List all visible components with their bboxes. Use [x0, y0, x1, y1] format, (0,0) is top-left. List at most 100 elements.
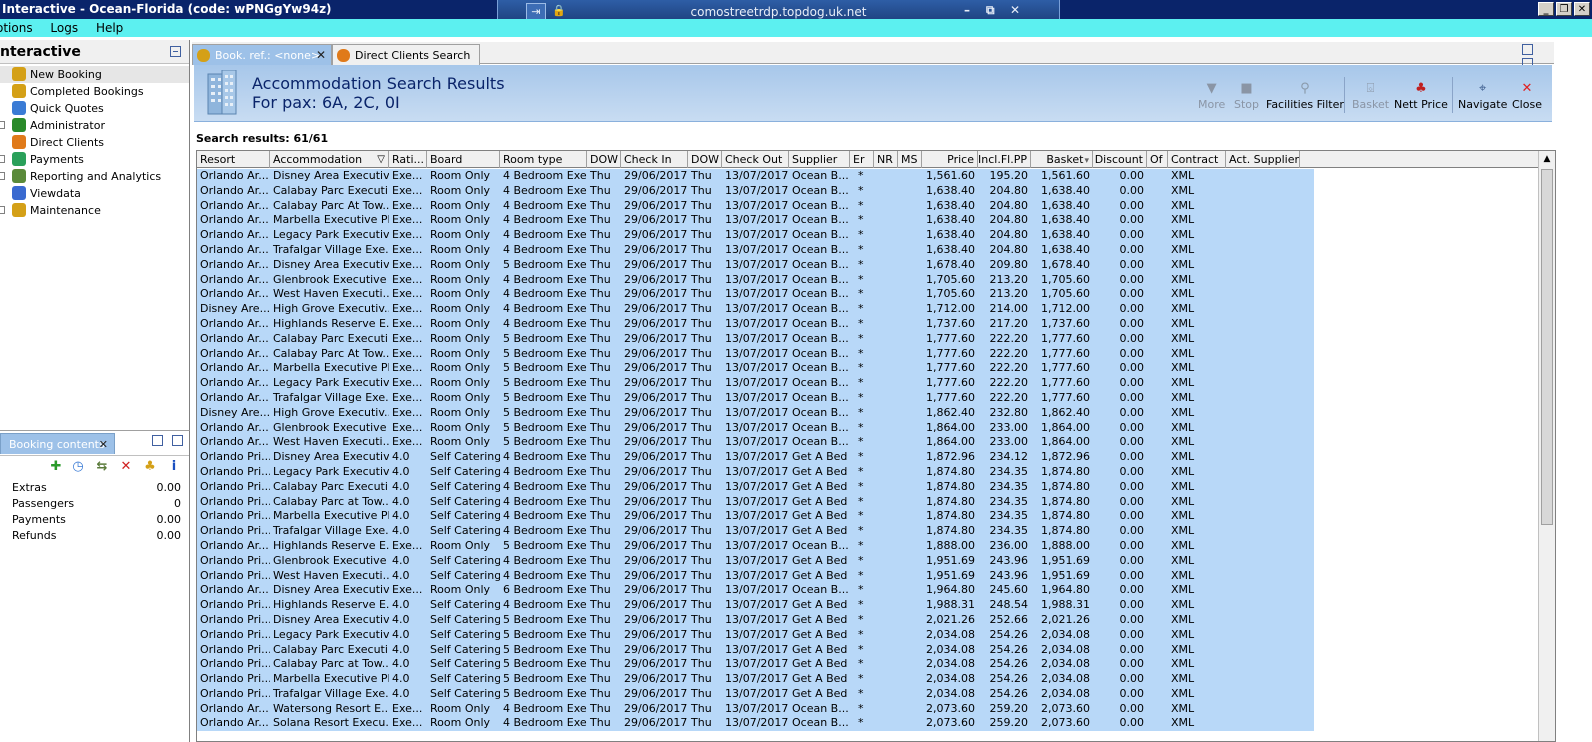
sidebar-item-new-booking[interactable]: New Booking	[0, 66, 189, 83]
table-row[interactable]: Orlando Ar... Disney Area Executiv... Exe.…	[197, 583, 1541, 599]
booking-row-refunds[interactable]: Refunds 0.00	[0, 528, 189, 544]
rdp-minimize-icon[interactable]: –	[964, 3, 970, 17]
table-row[interactable]: Orlando Pri... Disney Area Executiv... 4.0…	[197, 612, 1541, 628]
table-row[interactable]: Orlando Ar... Trafalgar Village Exe... Exe…	[197, 242, 1541, 258]
expand-toggle-icon[interactable]	[0, 172, 5, 180]
column-header-contract[interactable]: Contract	[1168, 151, 1226, 168]
expand-toggle-icon[interactable]	[0, 121, 5, 129]
column-header-incl-fl-pp[interactable]: Incl.Fl.PP	[978, 151, 1031, 168]
table-row[interactable]: Orlando Ar... Solana Resort Execu... Exe..…	[197, 716, 1541, 732]
table-row[interactable]: Orlando Ar... Legacy Park Executiv... Exe.…	[197, 376, 1541, 391]
menu-help[interactable]: Help	[96, 19, 131, 37]
table-row[interactable]: Orlando Ar... Highlands Reserve E... Exe..…	[197, 538, 1541, 554]
table-row[interactable]: Orlando Pri... Legacy Park Executiv... 4.0…	[197, 627, 1541, 643]
sidebar-item-maintenance[interactable]: Maintenance	[0, 202, 189, 219]
table-row[interactable]: Orlando Ar... Highlands Reserve E... Exe..…	[197, 316, 1541, 332]
minimize-panel-icon[interactable]	[170, 46, 181, 57]
close-window-button[interactable]: ✕	[1574, 2, 1590, 16]
column-header-resort[interactable]: Resort	[197, 151, 270, 168]
close-button[interactable]: ✕ Close	[1512, 80, 1542, 111]
column-header-accommodation[interactable]: Accommodation ▽	[270, 151, 389, 168]
sidebar-item-quick-quotes[interactable]: Quick Quotes	[0, 100, 189, 117]
table-row[interactable]: Orlando Pri... Marbella Executive Pl... 4.…	[197, 509, 1541, 525]
facilities-filter-button[interactable]: ⚲ Facilities Filter	[1266, 80, 1344, 111]
close-icon[interactable]: ✕	[316, 45, 326, 66]
minimize-button[interactable]: _	[1538, 2, 1554, 16]
table-row[interactable]: Orlando Pri... Calabay Parc Executi... 4.0…	[197, 479, 1541, 495]
minimize-icon[interactable]	[1522, 44, 1533, 55]
scroll-thumb[interactable]	[1541, 169, 1553, 525]
column-header-supplier[interactable]: Supplier	[789, 151, 850, 168]
column-header-dow-in[interactable]: DOW	[587, 151, 621, 168]
column-header-basket[interactable]: Basket▾	[1031, 151, 1093, 168]
rdp-close-icon[interactable]: ✕	[1010, 3, 1020, 17]
sidebar-item-administrator[interactable]: Administrator	[0, 117, 189, 134]
column-header-room-type[interactable]: Room type	[500, 151, 587, 168]
table-row[interactable]: Disney Are... High Grove Executiv... Exe..…	[197, 302, 1541, 317]
column-header-er[interactable]: Er	[850, 151, 874, 168]
palm-tree-icon[interactable]: ♣	[142, 459, 158, 475]
table-row[interactable]: Orlando Pri... West Haven Executi... 4.0 Se…	[197, 568, 1541, 584]
booking-row-extras[interactable]: Extras 0.00	[0, 480, 189, 496]
menu-options[interactable]: otions	[0, 19, 41, 37]
sidebar-item-completed-bookings[interactable]: Completed Bookings	[0, 83, 189, 100]
table-row[interactable]: Orlando Ar... Disney Area Executiv... Exe.…	[197, 257, 1541, 273]
table-row[interactable]: Orlando Pri... Marbella Executive Pl... 4.…	[197, 672, 1541, 687]
sidebar-item-reporting-and-analytics[interactable]: Reporting and Analytics	[0, 168, 189, 185]
table-row[interactable]: Orlando Ar... Trafalgar Village Exe... Exe…	[197, 390, 1541, 406]
column-header-board[interactable]: Board	[427, 151, 500, 168]
nett-price-button[interactable]: ♣ Nett Price	[1394, 80, 1448, 111]
sidebar-item-viewdata[interactable]: Viewdata	[0, 185, 189, 202]
column-header-check-out[interactable]: Check Out	[722, 151, 789, 168]
restore-button[interactable]: ❐	[1556, 2, 1572, 16]
add-icon[interactable]: ✚	[48, 459, 64, 475]
scroll-up-icon[interactable]: ▲	[1541, 153, 1553, 165]
booking-contents-tab[interactable]: Booking contents ✕	[0, 433, 115, 454]
delete-icon[interactable]: ✕	[118, 459, 134, 475]
menu-logs[interactable]: Logs	[50, 19, 86, 37]
column-header-check-in[interactable]: Check In	[621, 151, 688, 168]
column-header-price[interactable]: Price	[922, 151, 978, 168]
booking-row-payments[interactable]: Payments 0.00	[0, 512, 189, 528]
table-row[interactable]: Orlando Ar... Legacy Park Executiv... Exe.…	[197, 228, 1541, 243]
more-button[interactable]: ▼ More	[1198, 80, 1225, 111]
table-row[interactable]: Orlando Ar... West Haven Executi... Exe...…	[197, 287, 1541, 303]
column-header-discount[interactable]: Discount	[1093, 151, 1147, 168]
tab-direct-clients-search[interactable]: Direct Clients Search	[332, 44, 480, 65]
table-row[interactable]: Disney Are... High Grove Executiv... Exe..…	[197, 405, 1541, 421]
table-row[interactable]: Orlando Ar... Marbella Executive Pl... Exe…	[197, 213, 1541, 229]
minimize-panel-icon[interactable]	[152, 435, 163, 446]
table-row[interactable]: Orlando Pri... Trafalgar Village Exe... 4.…	[197, 686, 1541, 702]
expand-toggle-icon[interactable]	[0, 155, 5, 163]
column-header-of[interactable]: Of	[1147, 151, 1168, 168]
table-row[interactable]: Orlando Pri... Calabay Parc at Tow... 4.0 S…	[197, 494, 1541, 510]
table-row[interactable]: Orlando Ar... Calabay Parc Executi... Exe.…	[197, 331, 1541, 347]
table-row[interactable]: Orlando Ar... Calabay Parc At Tow... Exe..…	[197, 346, 1541, 362]
table-row[interactable]: Orlando Ar... Watersong Resort E... Exe...…	[197, 701, 1541, 717]
sidebar-item-payments[interactable]: Payments	[0, 151, 189, 168]
table-row[interactable]: Orlando Ar... Marbella Executive Pl... Exe…	[197, 361, 1541, 377]
tab-booking-ref[interactable]: Book. ref.: <none> ✕	[192, 44, 332, 65]
table-row[interactable]: Orlando Ar... Disney Area Executiv... Exe.…	[197, 169, 1541, 184]
column-header-dow-out[interactable]: DOW	[688, 151, 722, 168]
column-header-rating[interactable]: Rati...	[389, 151, 427, 168]
booking-row-passengers[interactable]: Passengers 0	[0, 496, 189, 512]
stop-button[interactable]: ■ Stop	[1234, 80, 1259, 111]
table-row[interactable]: Orlando Pri... Legacy Park Executiv... 4.0…	[197, 464, 1541, 480]
vertical-scrollbar[interactable]: ▲	[1538, 151, 1555, 741]
filter-icon[interactable]: ▽	[377, 151, 385, 168]
table-row[interactable]: Orlando Pri... Disney Area Executiv... 4.0…	[197, 450, 1541, 465]
sidebar-item-direct-clients[interactable]: Direct Clients	[0, 134, 189, 151]
info-icon[interactable]: i	[166, 459, 182, 475]
maximize-panel-icon[interactable]	[172, 435, 183, 446]
transfer-icon[interactable]: ⇆	[94, 459, 110, 475]
table-row[interactable]: Orlando Ar... Glenbrook Executive ... Exe.…	[197, 272, 1541, 288]
table-row[interactable]: Orlando Pri... Calabay Parc Executi... 4.0…	[197, 642, 1541, 658]
rdp-restore-icon[interactable]: ⧉	[986, 3, 995, 18]
table-row[interactable]: Orlando Pri... Highlands Reserve E... 4.0 S…	[197, 598, 1541, 613]
table-row[interactable]: Orlando Ar... West Haven Executi... Exe...…	[197, 435, 1541, 451]
table-row[interactable]: Orlando Ar... Calabay Parc At Tow... Exe..…	[197, 198, 1541, 214]
column-header-nr[interactable]: NR	[874, 151, 898, 168]
table-row[interactable]: Orlando Ar... Calabay Parc Executi... Exe.…	[197, 183, 1541, 199]
column-header-act-supplier[interactable]: Act. Supplier	[1226, 151, 1300, 168]
